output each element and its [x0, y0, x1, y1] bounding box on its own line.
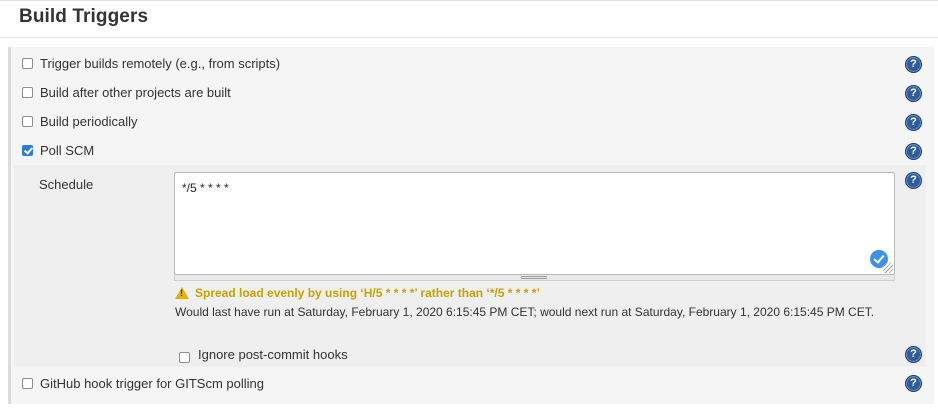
github-hook-row[interactable]: GitHub hook trigger for GITScm polling — [22, 373, 264, 393]
github-hook-label[interactable]: GitHub hook trigger for GITScm polling — [40, 376, 264, 391]
help-icon[interactable]: ? — [905, 143, 922, 160]
build-after-checkbox[interactable] — [22, 86, 33, 98]
schedule-value[interactable]: */5 * * * * — [182, 181, 229, 195]
build-periodically-checkbox[interactable] — [22, 115, 33, 127]
help-icon[interactable]: ? — [905, 346, 922, 363]
section-title: Build Triggers — [19, 6, 149, 27]
drag-handle-icon[interactable] — [521, 276, 547, 279]
build-periodically-row[interactable]: Build periodically — [22, 111, 138, 131]
ignore-hooks-row[interactable]: Ignore post-commit hooks — [179, 344, 348, 364]
ignore-hooks-checkbox[interactable] — [179, 351, 190, 363]
help-icon[interactable]: ? — [905, 114, 922, 131]
ignore-hooks-label[interactable]: Ignore post-commit hooks — [198, 347, 348, 362]
warning-text: Spread load evenly by using ‘H/5 * * * *… — [195, 286, 540, 300]
help-icon[interactable]: ? — [905, 375, 922, 392]
trigger-remote-checkbox[interactable] — [22, 57, 33, 69]
poll-scm-row[interactable]: Poll SCM — [22, 140, 94, 160]
resize-grip-icon[interactable] — [883, 263, 893, 273]
build-triggers-page: Build Triggers Trigger builds remotely (… — [0, 0, 938, 408]
help-icon[interactable]: ? — [905, 85, 922, 102]
poll-scm-label[interactable]: Poll SCM — [40, 143, 94, 158]
build-after-label[interactable]: Build after other projects are built — [40, 85, 231, 100]
warning-icon — [175, 287, 189, 299]
schedule-run-info: Would last have run at Saturday, Februar… — [175, 305, 875, 319]
help-icon[interactable]: ? — [905, 172, 922, 189]
top-divider — [0, 0, 938, 1]
schedule-label: Schedule — [39, 177, 94, 192]
poll-scm-checkbox[interactable] — [22, 144, 33, 156]
github-hook-checkbox[interactable] — [22, 377, 33, 389]
build-after-row[interactable]: Build after other projects are built — [22, 82, 231, 102]
schedule-warning: Spread load evenly by using ‘H/5 * * * *… — [175, 286, 540, 300]
schedule-textarea[interactable]: */5 * * * * — [174, 172, 895, 275]
trigger-remote-row[interactable]: Trigger builds remotely (e.g., from scri… — [22, 53, 280, 73]
title-divider — [0, 37, 938, 38]
help-icon[interactable]: ? — [905, 56, 922, 73]
trigger-remote-label[interactable]: Trigger builds remotely (e.g., from scri… — [40, 56, 280, 71]
textarea-resize-bar[interactable] — [174, 275, 895, 281]
build-periodically-label[interactable]: Build periodically — [40, 114, 138, 129]
